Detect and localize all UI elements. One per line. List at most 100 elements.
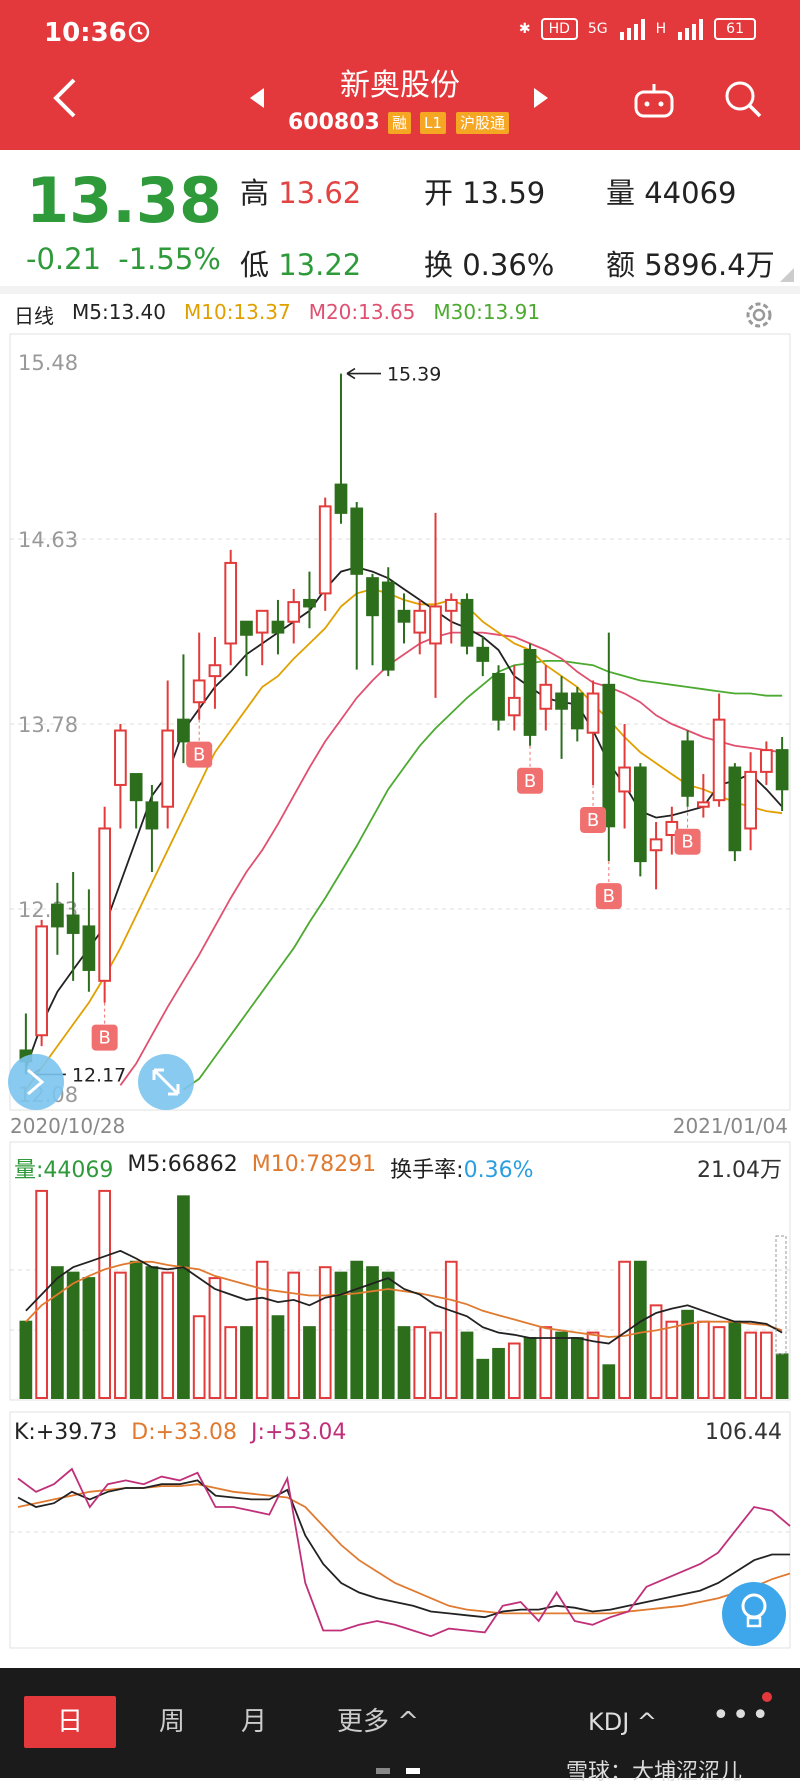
candle-body [397, 609, 411, 623]
end-date: 2021/01/04 [672, 1114, 788, 1138]
candle-body [760, 749, 773, 773]
candle-body [334, 483, 348, 514]
kdj-d-label: D:+33.08 [131, 1420, 238, 1445]
volume-bar [287, 1271, 301, 1400]
volume-bar [696, 1320, 710, 1399]
volume-bar [255, 1260, 269, 1399]
volume-bar [98, 1189, 112, 1400]
volume-bar [82, 1277, 96, 1399]
candle-body [224, 561, 238, 645]
candle-body [476, 646, 490, 662]
volume-bar [492, 1347, 505, 1399]
candle-body [728, 766, 742, 852]
kdj-max: 106.44 [705, 1420, 782, 1445]
volume-bar [397, 1326, 411, 1400]
home-indicator [376, 1768, 420, 1774]
volume-bar [413, 1326, 427, 1400]
candle-body [161, 729, 175, 808]
volume-bar [555, 1331, 568, 1399]
y-tick-label: 13.78 [18, 713, 78, 737]
buy-signal-label: B [603, 886, 615, 907]
low-marker-label: 12.17 [72, 1064, 126, 1086]
high-marker-label: 15.39 [387, 364, 441, 386]
extreme-markers: 15.39 12.17 [31, 364, 441, 1086]
turnover-rate-title: 换手率: [390, 1158, 464, 1183]
indicator-selector[interactable]: KDJ ^ [588, 1708, 657, 1736]
volume-bar [271, 1315, 285, 1399]
volume-bar [208, 1277, 222, 1399]
turnover-rate-label: 换手率:0.36% [390, 1152, 533, 1184]
tab-month[interactable]: 月 [222, 1696, 286, 1748]
fullscreen-button[interactable] [138, 1054, 194, 1110]
candle-body [381, 581, 395, 671]
turnover-rate-value: 0.36% [463, 1158, 534, 1183]
kdj-k-line [17, 1479, 790, 1619]
volume-bar [712, 1326, 726, 1400]
volume-bar [114, 1271, 127, 1400]
candle-body [775, 749, 789, 791]
candle-body [602, 683, 616, 828]
volume-crosshair-box [775, 1235, 787, 1355]
scroll-left-button[interactable] [8, 1054, 64, 1110]
candle-body [712, 718, 726, 802]
ma30-line [182, 660, 783, 1091]
volume-bar [665, 1320, 679, 1399]
candle-body [413, 609, 427, 634]
kdj-j-label: J:+53.04 [251, 1420, 347, 1445]
buy-signal-label: B [98, 1028, 110, 1049]
volume-bar [177, 1195, 190, 1399]
candle-body [318, 505, 332, 595]
volume-bar [303, 1326, 316, 1400]
volume-bar [350, 1260, 364, 1399]
candle-body [240, 620, 253, 636]
candle-body [303, 598, 316, 608]
tip-bulb-button[interactable] [722, 1582, 786, 1646]
start-date: 2020/10/28 [10, 1114, 126, 1138]
volume-bar [161, 1271, 175, 1400]
volume-bar [145, 1266, 159, 1399]
volume-max: 21.04万 [697, 1158, 782, 1183]
candle-body [681, 740, 694, 797]
volume-bar [476, 1358, 490, 1399]
volume-bar [775, 1353, 789, 1400]
volume-bar [429, 1331, 442, 1399]
more-menu-icon[interactable]: ••• [712, 1698, 771, 1733]
candle-body [460, 598, 474, 647]
volume-bar [240, 1326, 253, 1400]
candle-body [350, 507, 364, 575]
volume-bar [129, 1260, 143, 1399]
volume-label: 量:44069 [14, 1158, 114, 1183]
kdj-d-line [17, 1483, 791, 1615]
candle-body [649, 838, 663, 852]
volume-ma5-label: M5:66862 [127, 1152, 238, 1177]
tab-day[interactable]: 日 [24, 1696, 116, 1748]
candle-body [35, 925, 48, 1037]
candle-body [570, 692, 584, 730]
kline-chart[interactable]: 15.4814.6313.7812.9312.08 BBBBBB 15.3912… [0, 0, 800, 1668]
volume-bar [318, 1266, 332, 1399]
candle-body [114, 729, 127, 786]
y-axis-labels: 15.4814.6313.7812.9312.08 [18, 351, 78, 1107]
price-panel-frame [9, 333, 791, 1111]
volume-bar [633, 1260, 647, 1399]
tab-week[interactable]: 周 [140, 1696, 204, 1748]
high-arrow [346, 367, 381, 380]
ma10-line [25, 588, 783, 1091]
candle-body [145, 801, 159, 830]
candle-body [366, 577, 379, 617]
ma20-line [119, 631, 783, 1086]
candle-body [633, 766, 647, 863]
volume-bar [460, 1331, 474, 1399]
volume-ma10-label: M10:78291 [251, 1152, 377, 1177]
volume-bar [66, 1271, 80, 1400]
candle-body [129, 773, 143, 802]
kdj-panel-frame [9, 1411, 791, 1649]
volume-bar [523, 1337, 537, 1400]
kdj-k-label: K:+39.73 [14, 1420, 118, 1445]
tab-more[interactable]: 更多 ^ [318, 1696, 438, 1748]
volume-bar [760, 1331, 773, 1399]
candle-body [618, 766, 631, 793]
volume-bar [507, 1342, 521, 1399]
candle-body [51, 903, 64, 928]
volume-bar [192, 1315, 206, 1399]
